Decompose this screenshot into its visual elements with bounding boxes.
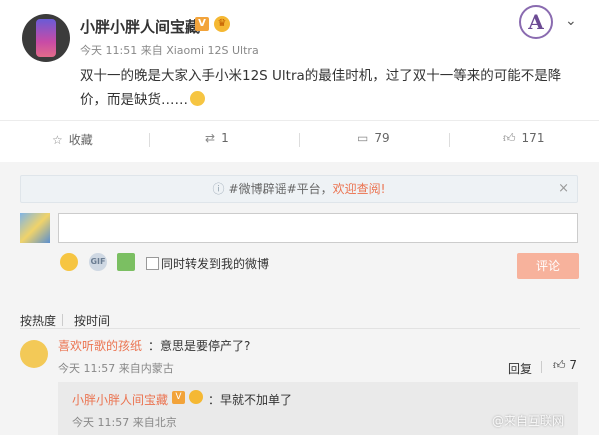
divider bbox=[20, 328, 580, 329]
action-separator bbox=[299, 133, 300, 147]
verified-badge: V bbox=[195, 17, 209, 31]
like-button[interactable]: 👍︎ 171 bbox=[503, 131, 544, 146]
post-text-body: 双十一的晚是大家入手小米12S Ultra的最佳时机，过了双十一等来的可能不是降… bbox=[80, 68, 562, 108]
repost-checkbox-label[interactable]: 同时转发到我的微博 bbox=[161, 255, 269, 272]
comment-author[interactable]: 喜欢听歌的孩纸 bbox=[58, 337, 142, 354]
sort-by-time[interactable]: 按时间 bbox=[74, 312, 110, 329]
reply-meta: 今天 11:57 来自北京 bbox=[72, 416, 177, 429]
verified-badge: V bbox=[172, 391, 185, 404]
rumor-notice: ⓘ #微博辟谣#平台，欢迎查阅! × bbox=[20, 175, 578, 203]
comment-like-count: 7 bbox=[569, 358, 577, 372]
like-count: 171 bbox=[521, 131, 545, 145]
info-icon: ⓘ bbox=[212, 182, 225, 196]
reply-text: ：早就不加单了 bbox=[208, 393, 293, 407]
action-separator bbox=[449, 133, 450, 147]
comment-button[interactable]: ▭ 79 bbox=[357, 131, 390, 145]
comment-like-button[interactable]: 👍︎ 7 bbox=[553, 358, 577, 373]
post-text: 双十一的晚是大家入手小米12S Ultra的最佳时机，过了双十一等来的可能不是降… bbox=[80, 64, 585, 112]
crown-icon bbox=[189, 390, 203, 404]
sort-by-hot[interactable]: 按热度 bbox=[20, 312, 56, 329]
repost-checkbox[interactable] bbox=[146, 257, 159, 270]
repost-icon: ⇄ bbox=[205, 131, 216, 145]
image-icon[interactable] bbox=[117, 253, 135, 271]
comment-separator bbox=[541, 361, 542, 373]
post-meta: 今天 11:51 来自 Xiaomi 12S Ultra bbox=[80, 44, 259, 57]
close-icon[interactable]: × bbox=[558, 176, 569, 202]
post-action-bar: ☆ 收藏 ⇄ 1 ▭ 79 👍︎ 171 bbox=[0, 125, 599, 153]
reply-author[interactable]: 小胖小胖人间宝藏 bbox=[72, 391, 168, 408]
favorite-label: 收藏 bbox=[68, 133, 93, 147]
sort-separator bbox=[62, 314, 63, 326]
notice-text: #微博辟谣#平台， bbox=[228, 182, 333, 196]
repost-button[interactable]: ⇄ 1 bbox=[205, 131, 229, 145]
thumbs-up-icon: 👍︎ bbox=[503, 131, 516, 145]
reply-button[interactable]: 回复 bbox=[508, 360, 532, 377]
emoji-icon[interactable] bbox=[60, 253, 78, 271]
my-avatar bbox=[20, 213, 50, 243]
comment-text: ：意思是要停产了? bbox=[148, 339, 251, 353]
comment-input[interactable] bbox=[58, 213, 578, 243]
submit-comment-button[interactable]: 评论 bbox=[517, 253, 579, 279]
repost-count: 1 bbox=[221, 131, 229, 145]
action-separator bbox=[149, 133, 150, 147]
watermark: @来自互联网 bbox=[492, 414, 565, 428]
crown-icon: ♛ bbox=[214, 16, 230, 32]
avengers-logo: A bbox=[519, 5, 553, 39]
laugh-emoji-icon bbox=[190, 91, 205, 106]
post-author-name[interactable]: 小胖小胖人间宝藏 bbox=[80, 16, 200, 37]
comment-count: 79 bbox=[374, 131, 390, 145]
comment-meta: 今天 11:57 来自内蒙古 bbox=[58, 362, 174, 375]
comment-icon: ▭ bbox=[357, 131, 369, 145]
divider bbox=[0, 120, 599, 121]
thumbs-up-icon: 👍︎ bbox=[553, 358, 570, 372]
notice-link[interactable]: 欢迎查阅! bbox=[333, 182, 386, 196]
star-icon: ☆ bbox=[52, 133, 63, 147]
commenter-avatar[interactable] bbox=[20, 340, 48, 368]
gif-icon[interactable]: GIF bbox=[89, 253, 107, 271]
favorite-button[interactable]: ☆ 收藏 bbox=[52, 131, 93, 148]
author-avatar[interactable] bbox=[22, 14, 70, 62]
chevron-down-icon[interactable]: ⌄ bbox=[565, 13, 577, 29]
